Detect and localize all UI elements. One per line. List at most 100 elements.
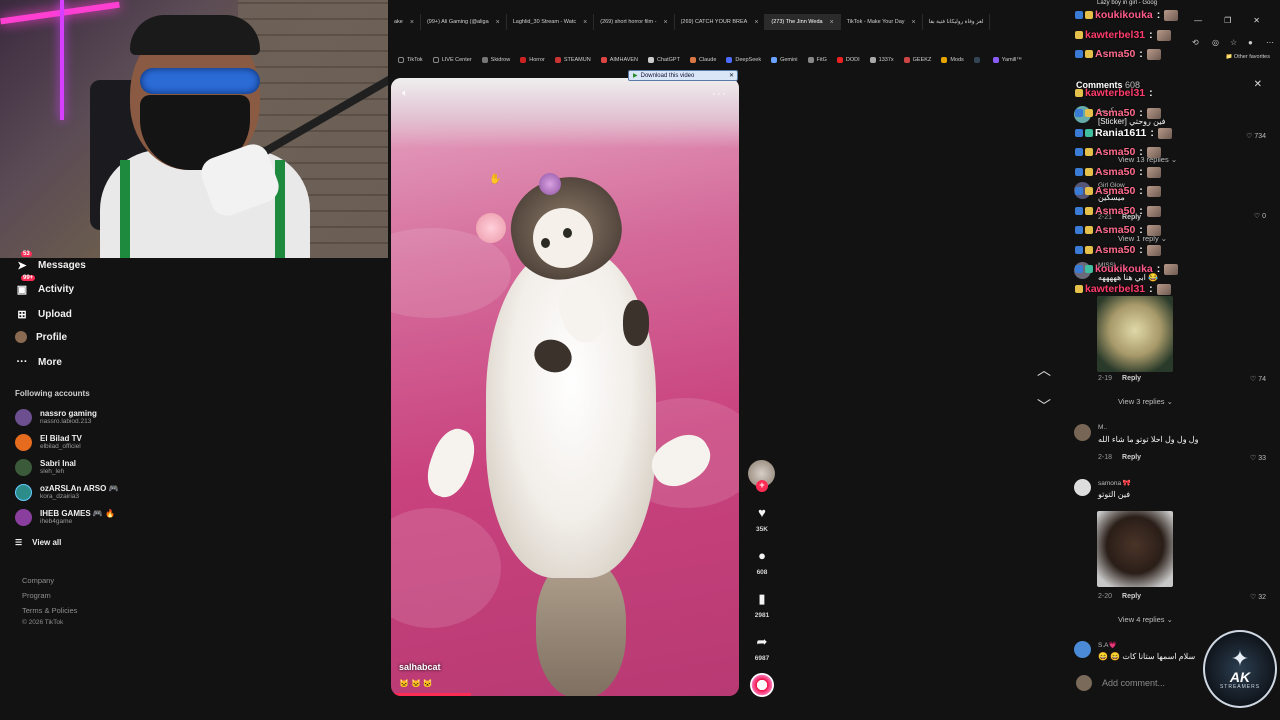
reply-button[interactable]: Reply: [1122, 375, 1141, 382]
close-tab-icon[interactable]: ×: [754, 19, 758, 26]
browser-tab[interactable]: (269) short horror film - ×: [594, 14, 675, 30]
comment-like[interactable]: ♡ 32: [1250, 593, 1266, 601]
other-favorites[interactable]: 📁 Other favorites: [1226, 54, 1270, 60]
chat-message: Asma50:: [1075, 146, 1161, 158]
comment-sticker-image[interactable]: [1097, 296, 1173, 372]
sidebar-item-more[interactable]: ··· More: [15, 355, 62, 369]
close-icon[interactable]: ✕: [729, 72, 737, 79]
music-disc-icon[interactable]: [750, 673, 774, 697]
next-video-chevron-down-icon[interactable]: ﹀: [1037, 396, 1051, 416]
comment-like[interactable]: ♡ 0: [1254, 212, 1266, 220]
bookmark[interactable]: AIMHAVEN: [600, 57, 638, 63]
chat-emote: [1157, 127, 1172, 139]
bookmark[interactable]: FitG: [807, 57, 827, 63]
bookmark[interactable]: Horror: [520, 57, 545, 63]
bookmark[interactable]: STEAMUN: [554, 57, 591, 63]
chat-emote: [1146, 107, 1161, 119]
chat-message: kawterbel31:: [1075, 87, 1155, 99]
volume-icon[interactable]: 🔈︎: [402, 88, 408, 99]
browser-tab[interactable]: TikTok - Make Your Day ×: [841, 14, 923, 30]
menu-icon[interactable]: ⋯: [1266, 38, 1274, 47]
bookmark[interactable]: GEEKZ: [903, 57, 931, 63]
bookmark-label: FitG: [816, 57, 827, 63]
bookmark[interactable]: 1337x: [869, 57, 894, 63]
browser-tab[interactable]: Laghlid_30 Stream - Watc ×: [507, 14, 595, 30]
video-author[interactable]: salhabcat: [399, 662, 441, 672]
bookmark[interactable]: ChatGPT: [648, 57, 680, 63]
comment-user[interactable]: samona 🎀: [1098, 479, 1131, 487]
bookmark[interactable]: Claude: [689, 57, 716, 63]
following-account[interactable]: nassro gaming nassro.labiod.213: [15, 409, 97, 426]
comment-like[interactable]: ♡ 734: [1246, 132, 1266, 140]
close-tab-icon[interactable]: ×: [663, 19, 667, 26]
maximize-icon[interactable]: ❐: [1224, 16, 1231, 25]
add-comment-input[interactable]: Add comment...: [1102, 678, 1165, 688]
close-comments-icon[interactable]: ✕: [1254, 79, 1262, 90]
sidebar-item-upload[interactable]: ⊞ Upload: [15, 307, 72, 321]
view-replies-button[interactable]: View 3 replies ⌄: [1118, 397, 1173, 406]
ellipsis-icon: ···: [16, 356, 28, 368]
like-button[interactable]: ♥ 35K: [748, 505, 776, 533]
sidebar-item-profile[interactable]: Profile: [15, 331, 67, 343]
close-tab-icon[interactable]: ×: [410, 19, 414, 26]
like-count: 32: [1258, 594, 1266, 601]
avatar[interactable]: [1074, 479, 1091, 496]
video-player[interactable]: 🔈︎ ··· salhabcat 🐱🐱🐱: [391, 78, 739, 696]
sidebar-item-activity[interactable]: ▣ 99+ Activity: [15, 275, 74, 296]
comment-user[interactable]: M..: [1098, 424, 1107, 431]
bookmark[interactable]: Yamill™: [992, 57, 1022, 63]
bookmark[interactable]: Skidrow: [481, 57, 510, 63]
follow-plus-icon[interactable]: +: [756, 480, 768, 492]
browser-tab[interactable]: لغز وفاة روليكانا فتية بقا: [923, 14, 991, 30]
view-all-button[interactable]: ☰ View all: [15, 538, 61, 547]
bookmark[interactable]: DeepSeek: [726, 57, 761, 63]
bookmark[interactable]: LIVE Center: [432, 57, 472, 63]
comment-sticker-image[interactable]: [1097, 511, 1173, 587]
save-button[interactable]: ▮ 2981: [748, 591, 776, 619]
following-account[interactable]: IHEB GAMES 🎮 🔥 iheb4game: [15, 509, 115, 526]
bookmark[interactable]: Gemini: [771, 57, 798, 63]
browser-tab[interactable]: (269) CATCH YOUR BREA ×: [675, 14, 766, 30]
close-tab-icon[interactable]: ×: [583, 19, 587, 26]
share-button[interactable]: ➦ 6987: [748, 634, 776, 662]
crown-icon: [1085, 50, 1093, 58]
comment-button[interactable]: ● 608: [748, 548, 776, 576]
more-options-icon[interactable]: ···: [712, 86, 727, 100]
chat-emote: [1156, 283, 1171, 295]
footer-link-terms[interactable]: Terms & Policies: [22, 603, 77, 618]
following-account[interactable]: El Bilad TV elbilad_officiel: [15, 434, 82, 451]
bookmark[interactable]: Mods: [941, 57, 964, 63]
sidebar-item-messages[interactable]: ➤ 53 Messages: [15, 251, 86, 272]
avatar[interactable]: [1074, 424, 1091, 441]
close-window-icon[interactable]: ✕: [1253, 16, 1260, 25]
bookmark[interactable]: [973, 57, 983, 63]
claude-icon: [689, 57, 696, 63]
favorites-icon[interactable]: ☆: [1230, 38, 1237, 47]
profile-icon[interactable]: ●: [1248, 38, 1253, 47]
browser-tab[interactable]: ake ×: [388, 14, 421, 30]
chat-message: Asma50:: [1075, 166, 1161, 178]
following-account[interactable]: Sabri Inal sleh_leh: [15, 459, 76, 476]
view-replies-button[interactable]: View 4 replies ⌄: [1118, 615, 1173, 624]
bookmark[interactable]: TikTok: [398, 57, 423, 63]
chat-username: Asma50: [1095, 146, 1136, 158]
bookmark[interactable]: DODI: [836, 57, 860, 63]
browser-tab[interactable]: (99+) Ali Gaming (@aliga ×: [421, 14, 507, 30]
previous-video-chevron-up-icon[interactable]: ︿: [1037, 360, 1051, 380]
following-account[interactable]: ozARSLAn ARSO 🎮 kora_dzairia3: [15, 484, 119, 501]
reply-button[interactable]: Reply: [1122, 593, 1141, 600]
footer-link-program[interactable]: Program: [22, 588, 77, 603]
comment-like[interactable]: ♡ 33: [1250, 454, 1266, 462]
browser-tab-active[interactable]: (273) The Jinn Weda ×: [765, 14, 841, 30]
close-tab-icon[interactable]: ×: [830, 19, 834, 26]
close-tab-icon[interactable]: ×: [496, 19, 500, 26]
avatar[interactable]: [1074, 641, 1091, 658]
close-tab-icon[interactable]: ×: [912, 19, 916, 26]
reply-button[interactable]: Reply: [1122, 454, 1141, 461]
video-progress-bar[interactable]: [391, 693, 472, 696]
comment-like[interactable]: ♡ 74: [1250, 375, 1266, 383]
download-video-button[interactable]: ▶ Download this video ✕: [628, 70, 738, 81]
comment-user[interactable]: S.A💗: [1098, 641, 1117, 649]
browser-tabbar: ake × (99+) Ali Gaming (@aliga × Laghlid_3…: [388, 14, 1080, 30]
footer-link-company[interactable]: Company: [22, 573, 77, 588]
